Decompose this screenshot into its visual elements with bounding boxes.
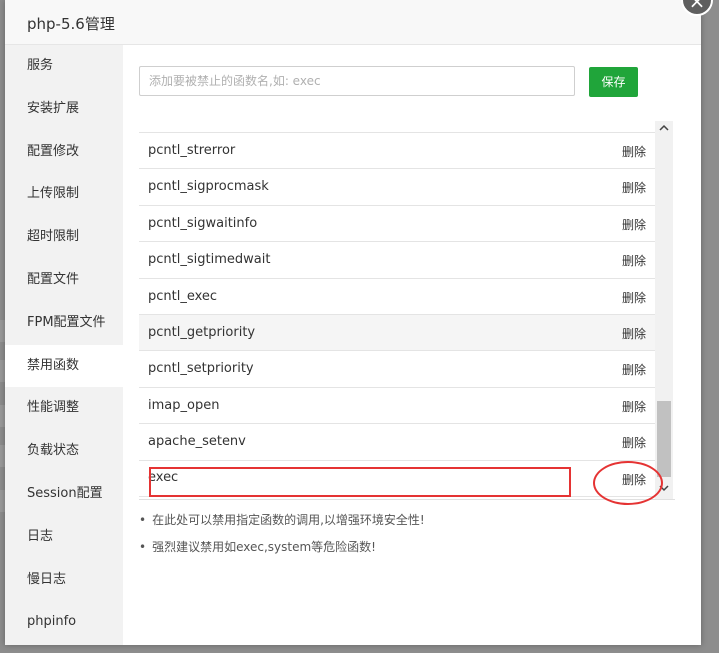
sidebar-item-session-config[interactable]: Session配置 <box>5 473 123 516</box>
annotation-ellipse <box>593 461 663 505</box>
table-row-partial <box>139 121 655 133</box>
table-row: pcntl_strerror 删除 <box>139 133 655 170</box>
dialog-title-bar: php-5.6管理 <box>5 0 701 45</box>
sidebar-item-label: 配置修改 <box>27 143 80 159</box>
help-note: • 在此处可以禁用指定函数的调用,以增强环境安全性! <box>139 513 425 527</box>
sidebar-item-phpinfo[interactable]: phpinfo <box>5 601 123 644</box>
help-note: • 强烈建议禁用如exec,system等危险函数! <box>139 540 376 554</box>
function-name: pcntl_sigprocmask <box>148 179 269 195</box>
sidebar: 服务 安装扩展 配置修改 上传限制 超时限制 配置文件 FPM配置文件 禁用函数… <box>5 45 123 645</box>
table-row: apache_setenv 删除 <box>139 424 655 461</box>
sidebar-item-label: 慢日志 <box>27 571 67 587</box>
delete-link[interactable]: 删除 <box>622 179 646 196</box>
function-table: pcntl_strerror 删除 pcntl_sigprocmask 删除 p… <box>139 121 655 497</box>
delete-link[interactable]: 删除 <box>622 216 646 233</box>
sidebar-item-label: FPM配置文件 <box>27 314 106 330</box>
sidebar-item-label: 禁用函数 <box>27 357 80 373</box>
delete-link[interactable]: 删除 <box>622 143 646 160</box>
sidebar-item-load-status[interactable]: 负载状态 <box>5 430 123 473</box>
sidebar-item-label: Session配置 <box>27 485 103 501</box>
sidebar-item-install-extension[interactable]: 安装扩展 <box>5 88 123 131</box>
table-row: pcntl_sigwaitinfo 删除 <box>139 206 655 243</box>
function-name: pcntl_strerror <box>148 143 236 158</box>
sidebar-item-slow-log[interactable]: 慢日志 <box>5 559 123 602</box>
save-button[interactable]: 保存 <box>589 67 638 97</box>
sidebar-item-config-edit[interactable]: 配置修改 <box>5 131 123 174</box>
sidebar-item-log[interactable]: 日志 <box>5 516 123 559</box>
annotation-rectangle <box>149 467 571 497</box>
sidebar-item-label: 上传限制 <box>27 186 80 202</box>
function-name: pcntl_exec <box>148 288 218 304</box>
list-scrollbar[interactable] <box>655 121 673 499</box>
table-row: pcntl_sigprocmask 删除 <box>139 169 655 206</box>
sidebar-item-service[interactable]: 服务 <box>5 45 123 88</box>
function-name: pcntl_sigtimedwait <box>148 252 271 268</box>
sidebar-item-timeout-limit[interactable]: 超时限制 <box>5 216 123 259</box>
sidebar-item-fpm-config-file[interactable]: FPM配置文件 <box>5 302 123 345</box>
sidebar-item-upload-limit[interactable]: 上传限制 <box>5 173 123 216</box>
function-name: imap_open <box>148 397 220 413</box>
function-name: pcntl_getpriority <box>148 324 256 340</box>
delete-link[interactable]: 删除 <box>622 361 646 378</box>
php-manager-dialog: php-5.6管理 服务 安装扩展 配置修改 上传限制 超时限制 配置文件 FP… <box>5 0 701 645</box>
sidebar-item-disable-functions[interactable]: 禁用函数 <box>5 344 123 388</box>
sidebar-item-label: 负载状态 <box>27 443 80 459</box>
dialog-title: php-5.6管理 <box>27 15 115 33</box>
disable-functions-panel: 添加要被禁止的函数名,如: exec 保存 pcntl_strerror 删除 … <box>123 45 701 645</box>
function-name: apache_setenv <box>148 434 246 450</box>
delete-link[interactable]: 删除 <box>622 325 646 342</box>
chevron-up-icon[interactable] <box>655 121 673 139</box>
sidebar-item-label: 配置文件 <box>27 271 80 287</box>
function-name: pcntl_setpriority <box>148 361 254 377</box>
sidebar-item-label: 服务 <box>27 58 54 73</box>
disabled-functions-list: pcntl_strerror 删除 pcntl_sigprocmask 删除 p… <box>139 121 675 500</box>
delete-link[interactable]: 删除 <box>622 289 646 306</box>
delete-link[interactable]: 删除 <box>622 252 646 269</box>
table-row: pcntl_setpriority 删除 <box>139 351 655 388</box>
sidebar-item-config-file[interactable]: 配置文件 <box>5 259 123 302</box>
sidebar-item-performance-tuning[interactable]: 性能调整 <box>5 387 123 430</box>
table-row-hovered: pcntl_getpriority 删除 <box>139 314 655 352</box>
help-notes: • 在此处可以禁用指定函数的调用,以增强环境安全性! • 强烈建议禁用如exec,s… <box>139 513 425 567</box>
sidebar-item-label: 超时限制 <box>27 229 80 245</box>
scrollbar-thumb[interactable] <box>657 401 671 477</box>
sidebar-item-label: 日志 <box>27 528 54 544</box>
delete-link[interactable]: 删除 <box>622 434 646 451</box>
table-row: imap_open 删除 <box>139 388 655 425</box>
delete-link[interactable]: 删除 <box>622 398 646 415</box>
function-name-input[interactable]: 添加要被禁止的函数名,如: exec <box>139 66 575 96</box>
table-row: pcntl_exec 删除 <box>139 279 655 315</box>
sidebar-item-label: 性能调整 <box>27 400 80 416</box>
sidebar-item-label: phpinfo <box>27 614 77 630</box>
table-row: pcntl_sigtimedwait 删除 <box>139 242 655 279</box>
sidebar-item-label: 安装扩展 <box>27 100 80 116</box>
function-name: pcntl_sigwaitinfo <box>148 215 258 231</box>
